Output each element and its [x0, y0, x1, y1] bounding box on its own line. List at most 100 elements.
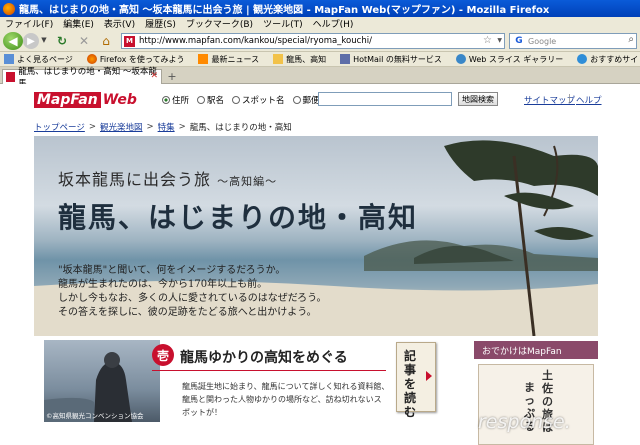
- site-favicon: [6, 72, 16, 82]
- mapfan-logo[interactable]: MapFan Web: [34, 91, 149, 108]
- hero-intro: "坂本龍馬"と聞いて、何をイメージするだろうか。 龍馬が生まれたのは、今から17…: [58, 264, 327, 320]
- link-separator: |: [568, 94, 571, 104]
- section-description: 龍馬誕生地に始まり、龍馬について詳しく知れる資料館、 龍馬と関わった人物ゆかりの…: [182, 380, 389, 419]
- breadcrumb-current: 龍馬、はじまりの地・高知: [189, 123, 292, 133]
- radio-circle: [162, 96, 170, 104]
- new-tab-button[interactable]: +: [166, 70, 178, 83]
- tab-bar: 龍馬、はじまりの地・高知 〜坂本龍馬... ✕ +: [0, 67, 640, 89]
- radio-circle: [197, 96, 206, 104]
- firefox-icon: [3, 2, 15, 15]
- section-title[interactable]: 龍馬ゆかりの高知をめぐる: [180, 347, 348, 367]
- breadcrumb-kankou[interactable]: 観光楽地図: [100, 121, 143, 133]
- window-titlebar: 龍馬、はじまりの地・高知 〜坂本龍馬に出会う旅 | 観光楽地図 - MapFan…: [0, 0, 640, 17]
- menu-bar: ファイル(F) 編集(E) 表示(V) 履歴(S) ブックマーク(B) ツール(…: [0, 17, 640, 30]
- breadcrumb: トップページ > 観光楽地図 > 特集 > 龍馬、はじまりの地・高知: [34, 121, 292, 133]
- hero-line: しかし今もなお、多くの人に愛されているのはなぜだろう。: [58, 293, 327, 304]
- reload-icon: ↻: [56, 34, 68, 48]
- menu-tools[interactable]: ツール(T): [258, 17, 308, 30]
- hotmail-icon: [340, 54, 351, 64]
- ryoma-statue-photo[interactable]: ©高知県観光コンベンション協会: [44, 340, 160, 422]
- bookmark-item[interactable]: Firefox を使ってみよう: [83, 54, 185, 65]
- back-button[interactable]: ◀: [3, 32, 23, 50]
- url-bar[interactable]: M http://www.mapfan.com/kankou/special/r…: [121, 33, 505, 49]
- forward-arrow-icon: ▶: [27, 35, 35, 47]
- forward-button[interactable]: ▶: [23, 33, 39, 49]
- breadcrumb-top[interactable]: トップページ: [34, 121, 85, 133]
- radio-label: 駅名: [207, 96, 225, 106]
- rss-icon: [198, 54, 209, 64]
- stop-button[interactable]: ✕: [77, 33, 91, 49]
- logo-web: Web: [102, 91, 137, 108]
- bookmark-label: Firefox を使ってみよう: [99, 54, 185, 64]
- page-icon: [4, 54, 14, 64]
- logo-mapfan: MapFan: [34, 91, 101, 108]
- arrow-right-icon: [426, 371, 432, 381]
- radio-address[interactable]: 住所: [162, 94, 189, 106]
- bookmark-label: HotMail の無料サービス: [353, 54, 442, 64]
- menu-file[interactable]: ファイル(F): [0, 17, 58, 30]
- breadcrumb-sep: >: [88, 122, 96, 132]
- bookmark-item[interactable]: 龍馬、高知: [269, 54, 326, 65]
- firefox-icon: [86, 54, 97, 64]
- tab-active[interactable]: 龍馬、はじまりの地・高知 〜坂本龍馬... ✕: [2, 67, 162, 89]
- description-line: 龍馬と関わった人物ゆかりの場所など、訪ね切れないス: [182, 395, 382, 404]
- bookmark-item[interactable]: Web スライス ギャラリー: [452, 54, 563, 65]
- section-underline: [152, 370, 386, 371]
- radio-circle: [232, 96, 241, 104]
- breadcrumb-special[interactable]: 特集: [158, 121, 175, 133]
- bookmark-label: よく見るページ: [17, 54, 73, 64]
- home-button[interactable]: ⌂: [99, 33, 113, 49]
- hero-line: "坂本龍馬"と聞いて、何をイメージするだろうか。: [58, 265, 286, 276]
- hero-title: 龍馬、はじまりの地・高知: [58, 201, 419, 234]
- radio-label: スポット名: [242, 96, 285, 106]
- menu-history[interactable]: 履歴(S): [140, 17, 181, 30]
- reload-button[interactable]: ↻: [55, 33, 69, 49]
- chevron-down-icon: ▼: [41, 36, 47, 44]
- hero-line: その答えを探しに、彼の足跡をたどる旅へと出かけよう。: [58, 307, 317, 318]
- description-line: 龍馬誕生地に始まり、龍馬について詳しく知れる資料館、: [182, 382, 390, 391]
- hero-subtitle: 坂本龍馬に出会う旅 〜高知編〜: [58, 170, 278, 189]
- map-search-input[interactable]: [318, 92, 452, 106]
- help-link[interactable]: ヘルプ: [576, 94, 602, 106]
- response-watermark: response.: [478, 411, 571, 433]
- bookmark-label: おすすめサイト: [590, 54, 640, 64]
- url-dropdown-icon[interactable]: ▼: [497, 37, 502, 44]
- menu-bookmarks[interactable]: ブックマーク(B): [181, 17, 258, 30]
- url-text: http://www.mapfan.com/kankou/special/ryo…: [139, 36, 372, 46]
- menu-edit[interactable]: 編集(E): [58, 17, 99, 30]
- bookmark-item[interactable]: おすすめサイト: [573, 54, 640, 65]
- read-article-button[interactable]: 記事を読む: [396, 342, 436, 419]
- sidebar-header: おでかけはMapFan: [474, 341, 598, 359]
- folder-icon: [273, 54, 284, 64]
- google-icon[interactable]: G: [512, 35, 526, 47]
- hero-line: 龍馬が生まれたのは、今から170年以上も前。: [58, 279, 268, 290]
- home-icon: ⌂: [102, 34, 110, 48]
- description-line: ポットが！: [182, 408, 222, 417]
- bookmark-label: 最新ニュース: [211, 54, 260, 64]
- site-favicon: M: [124, 35, 135, 47]
- bookmark-label: 龍馬、高知: [286, 54, 327, 64]
- breadcrumb-sep: >: [178, 122, 186, 132]
- radio-spot[interactable]: スポット名: [232, 94, 285, 106]
- search-placeholder: Google: [528, 36, 557, 46]
- menu-view[interactable]: 表示(V): [99, 17, 140, 30]
- menu-help[interactable]: ヘルプ(H): [308, 17, 359, 30]
- radio-label: 住所: [172, 96, 190, 106]
- close-tab-icon[interactable]: ✕: [150, 71, 158, 81]
- bookmark-label: Web スライス ギャラリー: [468, 54, 564, 64]
- web-search-box[interactable]: G Google ⌕: [509, 33, 637, 49]
- back-arrow-icon: ◀: [8, 34, 18, 48]
- bookmark-star-icon[interactable]: ☆: [483, 35, 492, 46]
- search-icon[interactable]: ⌕: [628, 34, 634, 45]
- radio-circle: [292, 96, 301, 104]
- bookmark-item[interactable]: 最新ニュース: [194, 54, 259, 65]
- map-search-button[interactable]: 地図検索: [458, 92, 498, 106]
- breadcrumb-sep: >: [146, 122, 154, 132]
- radio-station[interactable]: 駅名: [197, 94, 224, 106]
- bookmark-item[interactable]: よく見るページ: [0, 54, 73, 65]
- hero-banner: 坂本龍馬に出会う旅 〜高知編〜 龍馬、はじまりの地・高知 "坂本龍馬"と聞いて、…: [34, 136, 598, 336]
- web-page: MapFanWeb 住所 駅名 スポット名 郵便番号 地図検索 サイトマップ |…: [0, 84, 640, 445]
- history-dropdown[interactable]: ▼: [40, 35, 48, 45]
- bookmark-item[interactable]: HotMail の無料サービス: [336, 54, 442, 65]
- section-number-badge: 壱: [152, 344, 174, 366]
